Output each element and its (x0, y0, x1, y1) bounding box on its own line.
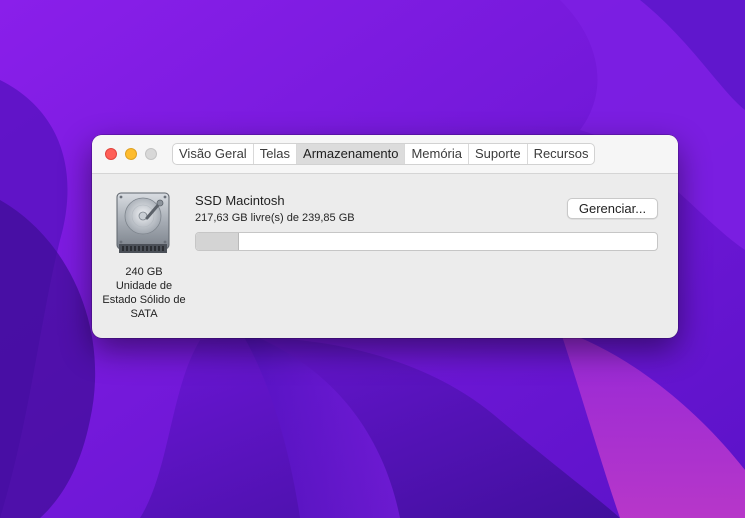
drive-caption-line: SATA (130, 308, 158, 320)
tab-resources[interactable]: Recursos (528, 144, 595, 164)
storage-usage-fill (196, 233, 239, 250)
about-this-mac-window: Visão Geral Telas Armazenamento Memória … (92, 135, 678, 338)
tab-memory[interactable]: Memória (405, 144, 470, 164)
tab-displays[interactable]: Telas (254, 144, 298, 164)
minimize-button[interactable] (125, 148, 137, 160)
tab-support[interactable]: Suporte (469, 144, 528, 164)
tab-storage[interactable]: Armazenamento (297, 144, 406, 164)
tab-overview[interactable]: Visão Geral (173, 144, 254, 164)
volume-free-space: 217,63 GB livre(s) de 239,85 GB (195, 212, 355, 224)
drive-caption-line: Unidade de (115, 280, 173, 292)
zoom-button (145, 148, 157, 160)
volume-name: SSD Macintosh (195, 193, 285, 208)
drive-caption-line: Estado Sólido de (102, 294, 186, 306)
storage-usage-bar (195, 232, 658, 251)
storage-panel: 240 GB Unidade de Estado Sólido de SATA … (92, 174, 678, 338)
hard-drive-icon (116, 192, 170, 253)
desktop: Visão Geral Telas Armazenamento Memória … (0, 0, 745, 518)
manage-button[interactable]: Gerenciar... (567, 198, 658, 219)
drive-caption-line: 240 GB (125, 266, 163, 278)
close-button[interactable] (105, 148, 117, 160)
titlebar: Visão Geral Telas Armazenamento Memória … (92, 135, 678, 174)
tab-bar: Visão Geral Telas Armazenamento Memória … (172, 143, 596, 165)
drive-caption: 240 GB Unidade de Estado Sólido de SATA (94, 265, 194, 321)
